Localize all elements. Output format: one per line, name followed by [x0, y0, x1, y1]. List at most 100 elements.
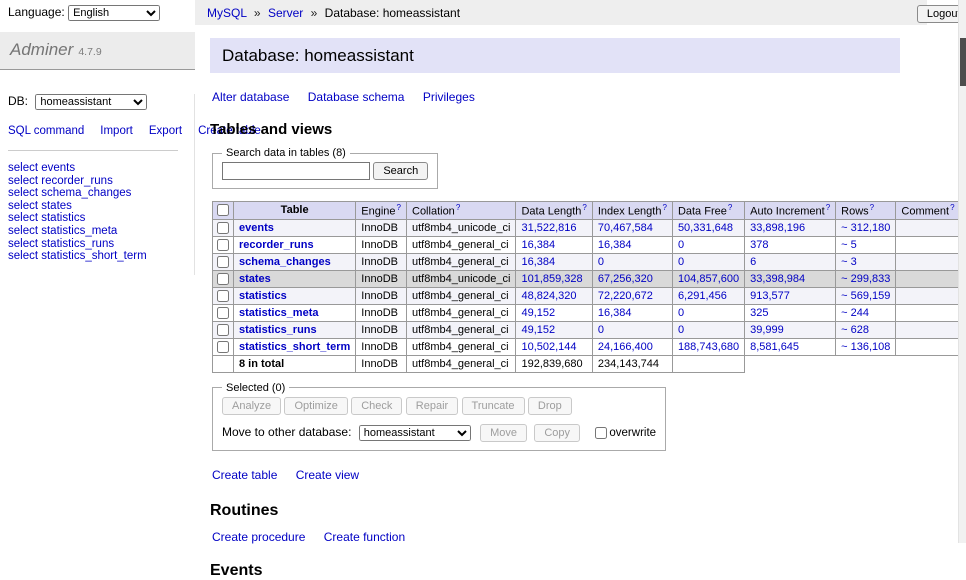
language-select[interactable]: English [68, 5, 160, 21]
rows-link[interactable]: ~ 136,108 [841, 341, 890, 353]
auto-increment-link[interactable]: 33,898,196 [750, 222, 805, 234]
index-length-link[interactable]: 67,256,320 [598, 273, 653, 285]
row-checkbox[interactable] [217, 290, 229, 302]
sidebar-item-select-events[interactable]: select events [8, 162, 194, 175]
help-icon[interactable]: ? [662, 203, 666, 212]
index-length-link[interactable]: 72,220,672 [598, 290, 653, 302]
data-free-link[interactable]: 0 [678, 324, 684, 336]
check-button[interactable]: Check [351, 397, 402, 415]
row-checkbox[interactable] [217, 222, 229, 234]
row-checkbox[interactable] [217, 239, 229, 251]
table-name-link[interactable]: events [239, 222, 274, 234]
rows-link[interactable]: ~ 3 [841, 256, 857, 268]
table-name-link[interactable]: states [239, 273, 271, 285]
index-length-link[interactable]: 16,384 [598, 307, 632, 319]
help-icon[interactable]: ? [826, 203, 830, 212]
data-length-link[interactable]: 49,152 [521, 307, 555, 319]
data-length-link[interactable]: 31,522,816 [521, 222, 576, 234]
sidebar-item-select-statistics-meta[interactable]: select statistics_meta [8, 225, 194, 238]
table-name-link[interactable]: statistics_meta [239, 307, 319, 319]
data-length-link[interactable]: 49,152 [521, 324, 555, 336]
index-length-link[interactable]: 0 [598, 256, 604, 268]
move-database-select[interactable]: homeassistant [359, 425, 471, 441]
db-select[interactable]: homeassistant [35, 94, 147, 110]
data-length-link[interactable]: 16,384 [521, 256, 555, 268]
table-name-link[interactable]: schema_changes [239, 256, 331, 268]
data-free-link[interactable]: 50,331,648 [678, 222, 733, 234]
sidebar-item-select-schema-changes[interactable]: select schema_changes [8, 187, 194, 200]
overwrite-checkbox[interactable] [595, 427, 607, 439]
create-view-link[interactable]: Create view [296, 468, 359, 482]
select-all-checkbox[interactable] [217, 204, 229, 216]
data-length-link[interactable]: 10,502,144 [521, 341, 576, 353]
row-checkbox[interactable] [217, 256, 229, 268]
data-length-link[interactable]: 16,384 [521, 239, 555, 251]
auto-increment-link[interactable]: 6 [750, 256, 756, 268]
breadcrumb-mysql-link[interactable]: MySQL [207, 6, 247, 20]
data-free-link[interactable]: 104,857,600 [678, 273, 739, 285]
sidebar-item-select-statistics[interactable]: select statistics [8, 212, 194, 225]
table-name-link[interactable]: statistics_runs [239, 324, 317, 336]
sidebar-item-select-statistics-short-term[interactable]: select statistics_short_term [8, 250, 194, 263]
rows-link[interactable]: ~ 244 [841, 307, 869, 319]
index-length-link[interactable]: 24,166,400 [598, 341, 653, 353]
row-checkbox[interactable] [217, 341, 229, 353]
search-button[interactable]: Search [373, 162, 428, 180]
index-length-link[interactable]: 0 [598, 324, 604, 336]
database-schema-link[interactable]: Database schema [308, 90, 405, 104]
repair-button[interactable]: Repair [406, 397, 458, 415]
rows-link[interactable]: ~ 299,833 [841, 273, 890, 285]
data-free-link[interactable]: 0 [678, 239, 684, 251]
data-free-link[interactable]: 6,291,456 [678, 290, 727, 302]
index-length-link[interactable]: 70,467,584 [598, 222, 653, 234]
copy-button[interactable]: Copy [534, 424, 580, 442]
create-table-link[interactable]: Create table [212, 468, 277, 482]
row-checkbox[interactable] [217, 273, 229, 285]
help-icon[interactable]: ? [582, 203, 586, 212]
truncate-button[interactable]: Truncate [462, 397, 525, 415]
privileges-link[interactable]: Privileges [423, 90, 475, 104]
analyze-button[interactable]: Analyze [222, 397, 281, 415]
sidebar-link-export[interactable]: Export [149, 125, 182, 137]
table-name-link[interactable]: recorder_runs [239, 239, 314, 251]
row-checkbox[interactable] [217, 324, 229, 336]
data-free-link[interactable]: 188,743,680 [678, 341, 739, 353]
data-free-link[interactable]: 0 [678, 307, 684, 319]
data-length-link[interactable]: 48,824,320 [521, 290, 576, 302]
rows-link[interactable]: ~ 628 [841, 324, 869, 336]
sidebar-item-select-statistics-runs[interactable]: select statistics_runs [8, 238, 194, 251]
optimize-button[interactable]: Optimize [284, 397, 347, 415]
rows-link[interactable]: ~ 312,180 [841, 222, 890, 234]
adminer-logo[interactable]: Adminer4.7.9 [0, 32, 195, 70]
help-icon[interactable]: ? [456, 203, 460, 212]
data-length-link[interactable]: 101,859,328 [521, 273, 582, 285]
create-procedure-link[interactable]: Create procedure [212, 530, 305, 544]
rows-link[interactable]: ~ 569,159 [841, 290, 890, 302]
help-icon[interactable]: ? [870, 203, 874, 212]
help-icon[interactable]: ? [397, 203, 401, 212]
sidebar-link-import[interactable]: Import [100, 125, 133, 137]
sidebar-link-sql-command[interactable]: SQL command [8, 125, 84, 137]
help-icon[interactable]: ? [728, 203, 732, 212]
sidebar-item-select-states[interactable]: select states [8, 200, 194, 213]
create-function-link[interactable]: Create function [324, 530, 405, 544]
auto-increment-link[interactable]: 39,999 [750, 324, 784, 336]
auto-increment-link[interactable]: 913,577 [750, 290, 790, 302]
search-input[interactable] [222, 162, 370, 180]
auto-increment-link[interactable]: 8,581,645 [750, 341, 799, 353]
sidebar-item-select-recorder-runs[interactable]: select recorder_runs [8, 175, 194, 188]
auto-increment-link[interactable]: 33,398,984 [750, 273, 805, 285]
table-name-link[interactable]: statistics [239, 290, 287, 302]
index-length-link[interactable]: 16,384 [598, 239, 632, 251]
drop-button[interactable]: Drop [528, 397, 572, 415]
row-checkbox[interactable] [217, 307, 229, 319]
move-button[interactable]: Move [480, 424, 527, 442]
scrollbar-thumb[interactable] [960, 38, 966, 86]
table-name-link[interactable]: statistics_short_term [239, 341, 350, 353]
auto-increment-link[interactable]: 325 [750, 307, 768, 319]
rows-link[interactable]: ~ 5 [841, 239, 857, 251]
breadcrumb-server-link[interactable]: Server [268, 6, 303, 20]
data-free-link[interactable]: 0 [678, 256, 684, 268]
auto-increment-link[interactable]: 378 [750, 239, 768, 251]
window-scrollbar[interactable] [958, 0, 966, 543]
